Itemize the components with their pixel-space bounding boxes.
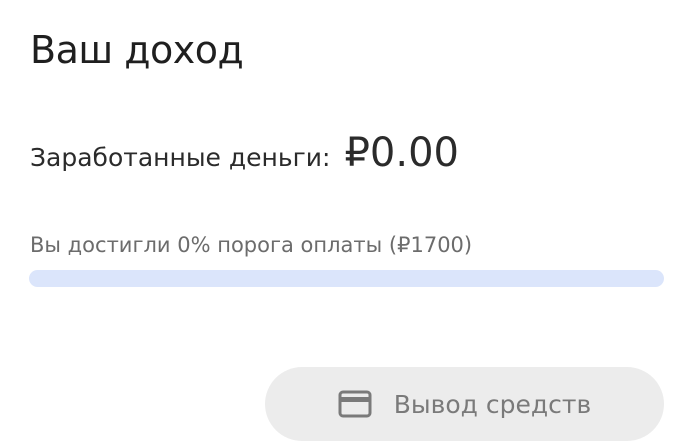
credit-card-icon <box>338 390 372 418</box>
withdraw-funds-label: Вывод средств <box>393 389 592 419</box>
payment-threshold-text: Вы достигли 0% порога оплаты (₽1700) <box>30 233 473 257</box>
income-card: Ваш доход Заработанные деньги: ₽0.00 Вы … <box>0 0 698 441</box>
payment-threshold-progress-bar <box>29 270 664 287</box>
earned-money-label: Заработанные деньги: <box>30 143 331 172</box>
withdraw-funds-button[interactable]: Вывод средств <box>265 367 664 441</box>
page-title: Ваш доход <box>30 28 244 72</box>
earned-money-value: ₽0.00 <box>344 130 459 176</box>
earned-money-row: Заработанные деньги: ₽0.00 <box>30 128 459 183</box>
